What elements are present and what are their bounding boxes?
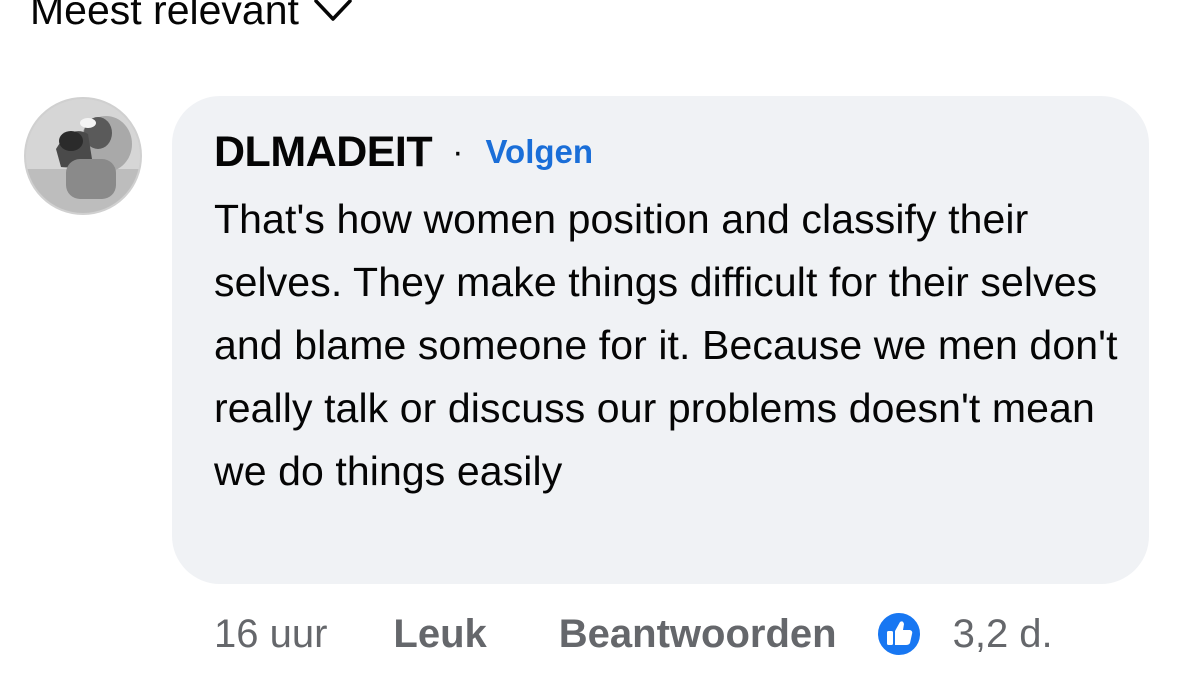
reactions-summary[interactable]: 3,2 d. bbox=[875, 610, 1053, 658]
thumbs-up-icon bbox=[875, 610, 923, 658]
comment-actions: 16 uur Leuk Beantwoorden 3,2 d. bbox=[214, 606, 1053, 662]
comment-author[interactable]: DLMADEIT bbox=[214, 128, 433, 177]
chevron-down-icon bbox=[313, 0, 353, 25]
sort-label: Meest relevant bbox=[30, 0, 299, 33]
reaction-count: 3,2 d. bbox=[952, 611, 1053, 656]
sort-dropdown[interactable]: Meest relevant bbox=[30, 0, 353, 38]
reply-button[interactable]: Beantwoorden bbox=[559, 612, 837, 657]
comment-header: DLMADEIT · Volgen bbox=[214, 123, 593, 181]
separator-dot: · bbox=[452, 132, 464, 171]
like-button[interactable]: Leuk bbox=[393, 612, 486, 657]
comment-text: That's how women position and classify t… bbox=[214, 196, 1118, 494]
comment-timestamp[interactable]: 16 uur bbox=[214, 612, 327, 657]
follow-link[interactable]: Volgen bbox=[485, 133, 593, 171]
avatar[interactable] bbox=[24, 97, 142, 215]
